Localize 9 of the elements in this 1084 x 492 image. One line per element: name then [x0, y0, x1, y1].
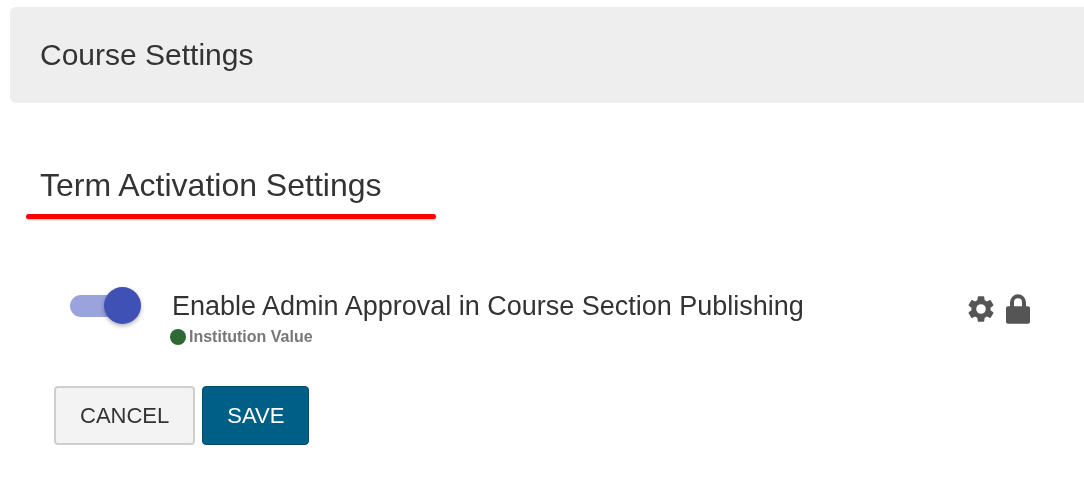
toggle-thumb[interactable] — [104, 287, 141, 324]
lock-icon — [1003, 293, 1033, 325]
save-button[interactable]: SAVE — [202, 386, 310, 445]
section-title: Term Activation Settings — [40, 167, 382, 204]
cancel-button[interactable]: CANCEL — [54, 386, 196, 445]
value-source: Institution Value — [189, 328, 313, 346]
toggle-switch[interactable] — [70, 287, 143, 324]
setting-label: Enable Admin Approval in Course Section Publishing — [172, 291, 805, 322]
page-title: Course Settings — [40, 38, 254, 72]
